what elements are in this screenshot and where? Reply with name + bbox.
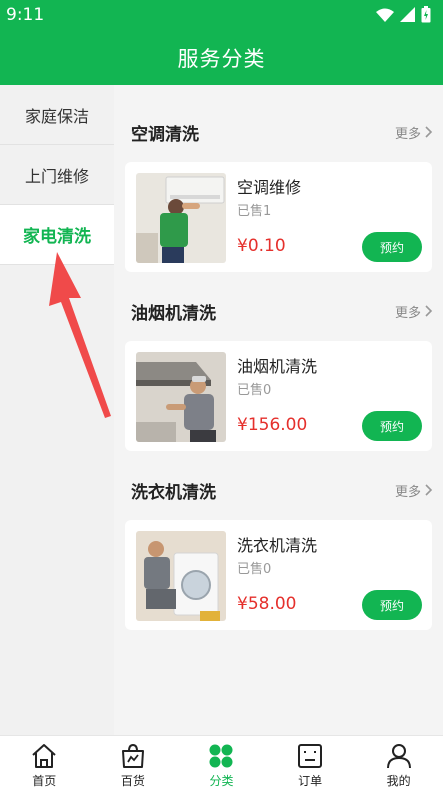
tab-label: 首页: [32, 774, 57, 788]
service-card[interactable]: 空调维修 已售1 ¥0.10 预约: [125, 162, 432, 272]
more-link[interactable]: 更多: [395, 481, 433, 500]
section-header: 空调清洗 更多: [131, 120, 433, 145]
shopping-bag-icon: [121, 743, 144, 768]
tab-category[interactable]: 分类: [177, 736, 266, 792]
tab-label: 我的: [386, 774, 411, 788]
service-image-ac: [136, 173, 226, 263]
status-bar: 9:11: [0, 0, 443, 30]
section-header: 油烟机清洗 更多: [131, 299, 433, 324]
wifi-icon: [376, 8, 394, 22]
annotation-arrow: [49, 252, 111, 418]
service-image-range-hood: [136, 352, 226, 442]
service-price: ¥156.00: [237, 415, 308, 435]
more-label: 更多: [394, 484, 421, 500]
service-image-washing-machine: [136, 531, 226, 621]
service-name: 空调维修: [237, 178, 302, 197]
profile-icon: [386, 744, 411, 769]
page-title: 服务分类: [0, 30, 443, 85]
status-time: 9:11: [6, 5, 45, 25]
sidebar-item-label: 家庭保洁: [24, 106, 89, 126]
more-link[interactable]: 更多: [395, 123, 433, 142]
book-button[interactable]: 预约: [362, 411, 422, 441]
section-title: 洗衣机清洗: [131, 482, 216, 503]
chevron-right-icon: [425, 126, 433, 138]
order-icon: [298, 744, 323, 768]
service-price: ¥0.10: [237, 236, 286, 256]
service-list: 空调清洗 更多 空调维修 已售1 ¥0.10 预约 油烟机清洗 更多 油烟机清洗…: [114, 85, 443, 735]
service-name: 油烟机清洗: [237, 357, 318, 376]
sidebar-item-label: 上门维修: [24, 166, 89, 186]
tab-profile[interactable]: 我的: [354, 736, 443, 792]
sidebar-item-repair[interactable]: 上门维修: [0, 145, 114, 205]
tab-orders[interactable]: 订单: [266, 736, 355, 792]
sold-count: 已售0: [237, 383, 272, 398]
section-header: 洗衣机清洗 更多: [131, 478, 433, 503]
tab-label: 分类: [209, 774, 234, 788]
tab-home[interactable]: 首页: [0, 736, 89, 792]
chevron-right-icon: [425, 484, 433, 496]
home-icon: [32, 744, 56, 768]
book-button[interactable]: 预约: [362, 590, 422, 620]
battery-icon: [421, 6, 431, 23]
service-card[interactable]: 洗衣机清洗 已售0 ¥58.00 预约: [125, 520, 432, 630]
category-icon: [209, 744, 233, 768]
more-label: 更多: [394, 305, 421, 321]
tab-label: 订单: [298, 774, 323, 788]
sold-count: 已售0: [237, 562, 272, 577]
service-price: ¥58.00: [237, 594, 297, 614]
tab-goods[interactable]: 百货: [89, 736, 178, 792]
service-name: 洗衣机清洗: [237, 536, 318, 555]
more-link[interactable]: 更多: [395, 302, 433, 321]
section-title: 油烟机清洗: [131, 303, 216, 324]
signal-icon: [400, 7, 415, 22]
tab-label: 百货: [120, 774, 145, 788]
status-icons: [376, 6, 431, 23]
bottom-tab-bar: 首页 百货 分类 订单 我的: [0, 735, 443, 792]
more-label: 更多: [394, 126, 421, 142]
book-button[interactable]: 预约: [362, 232, 422, 262]
service-card[interactable]: 油烟机清洗 已售0 ¥156.00 预约: [125, 341, 432, 451]
sidebar-item-home-cleaning[interactable]: 家庭保洁: [0, 85, 114, 145]
sold-count: 已售1: [237, 204, 272, 219]
section-title: 空调清洗: [131, 124, 199, 145]
chevron-right-icon: [425, 305, 433, 317]
sidebar-item-label: 家电清洗: [23, 227, 91, 247]
